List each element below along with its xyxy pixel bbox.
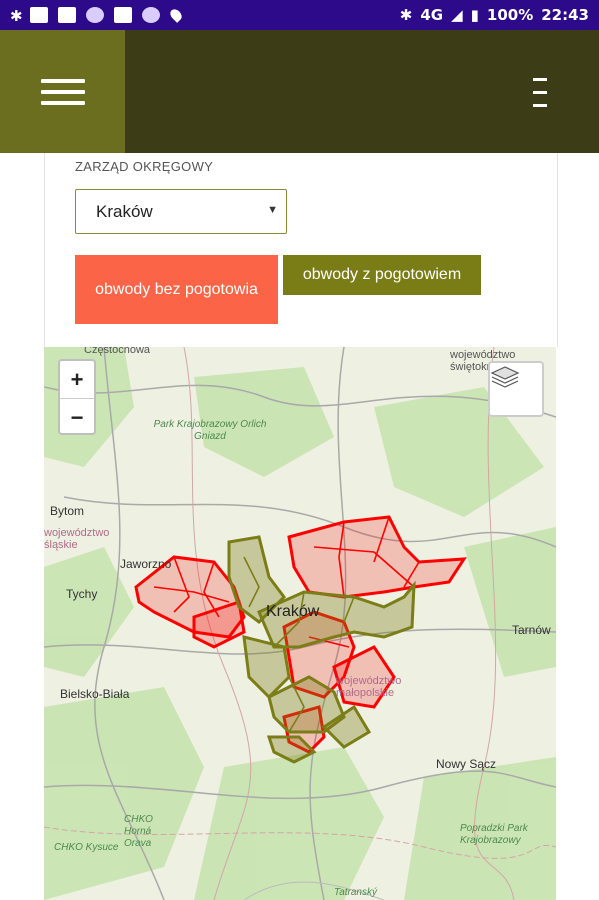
district-label: ZARZĄD OKRĘGOWY (75, 159, 214, 174)
map-label-slaskie: województwo śląskie (44, 527, 110, 551)
map-label-tatransky: Tatranský (334, 887, 377, 898)
layers-button[interactable] (488, 361, 544, 417)
district-select-value: Kraków (96, 201, 153, 221)
status-bar: ✱ ✱ 4G ◢ ▮ 100% 22:43 (0, 0, 599, 30)
map-label-czestochowa: Częstochowa (84, 347, 151, 356)
zoom-control: + − (58, 359, 96, 435)
map[interactable]: Częstochowa województwo świętokrzyskie P… (44, 347, 556, 900)
without-emergency-button[interactable]: obwody bez pogotowia (75, 255, 278, 324)
with-emergency-button[interactable]: obwody z pogotowiem (283, 255, 481, 295)
map-label-chko-kysuce: CHKO Kysuce (54, 842, 119, 853)
image-icon (58, 7, 76, 23)
location-icon (168, 7, 184, 23)
chevron-down-icon: ▼ (267, 204, 278, 216)
map-label-tarnow: Tarnów (512, 623, 551, 637)
map-label-krakow: Kraków (266, 603, 320, 620)
network-type: 4G (420, 6, 444, 24)
map-label-bytom: Bytom (50, 504, 85, 518)
more-options-icon[interactable] (533, 78, 547, 108)
circle-icon (142, 7, 160, 23)
battery-icon: ▮ (470, 6, 479, 24)
map-label-park-orlich: Park Krajobrazowy Orlich Gniazd (153, 419, 267, 442)
battery-level: 100% (486, 6, 534, 24)
map-label-bielsko: Bielsko-Biała (60, 687, 130, 701)
layers-icon (490, 366, 520, 388)
map-label-chko-orava: CHKO Horná Orava (124, 814, 153, 849)
app-bar (0, 30, 599, 153)
zoom-in-button[interactable]: + (60, 361, 94, 399)
map-label-malopolskie: województwo małopolskie (336, 675, 402, 699)
bluetooth-icon: ✱ (10, 7, 23, 25)
bluetooth-status-icon: ✱ (399, 6, 413, 24)
map-label-poprad-park: Popradzki Park Krajobrazowy (460, 823, 528, 846)
map-label-tychy: Tychy (66, 587, 98, 601)
district-select[interactable]: Kraków ▼ (75, 189, 287, 234)
hamburger-icon (40, 78, 85, 105)
filter-panel: ZARZĄD OKRĘGOWY Kraków ▼ obwody bez pogo… (44, 153, 558, 347)
app-icon (114, 7, 132, 23)
menu-button[interactable] (0, 30, 125, 153)
chrome-icon (86, 7, 104, 23)
map-tiles (44, 347, 556, 900)
clock: 22:43 (541, 6, 589, 24)
mail-icon (30, 7, 48, 23)
zoom-out-button[interactable]: − (60, 399, 94, 436)
signal-icon: ◢ (451, 6, 463, 24)
map-label-nowy-sacz: Nowy Sącz (436, 757, 497, 771)
map-label-jaworzno: Jaworzno (120, 557, 172, 571)
